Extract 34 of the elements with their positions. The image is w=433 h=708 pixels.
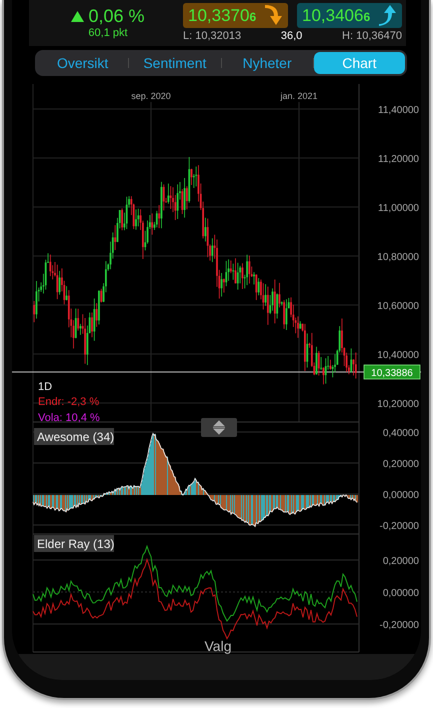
date-label: sep. 2020 [131, 91, 171, 101]
tab[interactable]: Sentiment [129, 52, 220, 74]
axis-label: -0,20000 [380, 620, 419, 631]
ask-price-button[interactable]: 10,34066 [297, 3, 402, 28]
axis-label: 10,80000 [377, 252, 419, 263]
interval-label: 1D [38, 381, 52, 393]
high-price: H: 10,36470 [342, 30, 402, 42]
tab[interactable]: Oversikt [37, 52, 128, 74]
options-button[interactable]: Valg [204, 638, 232, 654]
indicator-label[interactable]: Elder Ray (13) [34, 535, 114, 552]
axis-label: 0,00000 [382, 490, 419, 501]
change-points: 60,1 pkt [88, 27, 128, 39]
axis-label: 11,40000 [378, 105, 419, 116]
bid-price-button[interactable]: 10,33706 [183, 3, 288, 28]
axis-label: 0,20000 [382, 556, 419, 567]
last-price-tag: 10,33886 [364, 364, 420, 380]
tab[interactable]: Nyheter [222, 52, 313, 74]
axis-label: 10,60000 [377, 301, 419, 312]
axis-label: 10,40000 [377, 350, 419, 361]
axis-label: 0,40000 [382, 428, 419, 439]
axis-label: 11,20000 [378, 154, 419, 165]
axis-label: -0,20000 [380, 521, 419, 532]
change-label: Endr: -2,3 % [38, 396, 100, 408]
axis-label: 0,00000 [382, 588, 419, 599]
volatility-label: Vola: 10,4 % [38, 412, 100, 424]
resize-handle[interactable] [201, 418, 237, 437]
indicator-label[interactable]: Awesome (34) [34, 428, 114, 445]
axis-label: 0,20000 [382, 459, 419, 470]
low-price: L: 10,32013 [183, 30, 242, 42]
spread-value: 36,0 [280, 30, 302, 42]
date-label: jan. 2021 [280, 91, 318, 101]
axis-label: 11,00000 [378, 203, 419, 214]
change-percent: 0,06 % [88, 6, 145, 27]
axis-label: 10,20000 [377, 399, 419, 410]
